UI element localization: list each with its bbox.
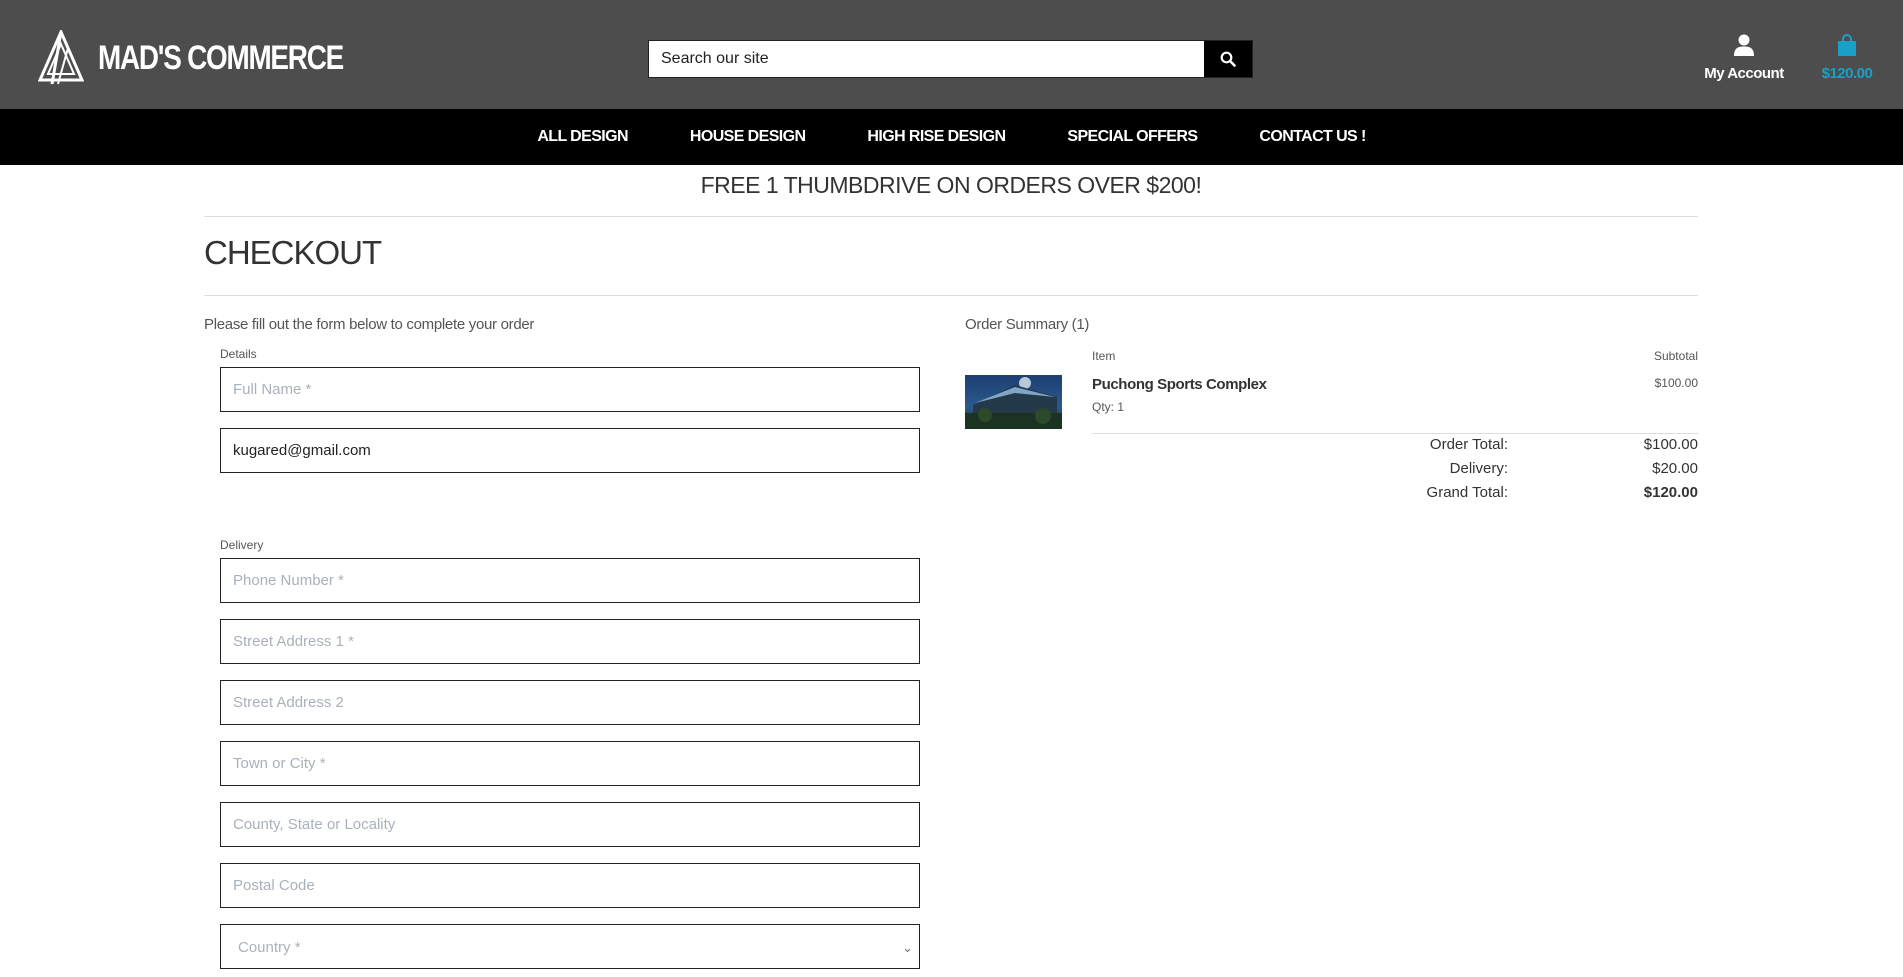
product-image — [965, 375, 1062, 429]
email-field[interactable] — [220, 428, 920, 473]
delivery-cost-label: Delivery: — [1449, 460, 1508, 477]
brand-logo[interactable]: MAD'S COMMERCE — [38, 30, 397, 86]
shopping-bag-icon — [1838, 34, 1856, 56]
search-input[interactable] — [649, 41, 1204, 77]
country-select[interactable]: Country * ⌄ — [220, 924, 920, 969]
order-summary-title: Order Summary (1) — [965, 316, 1090, 333]
nav-high-rise-design[interactable]: HIGH RISE DESIGN — [867, 128, 1006, 146]
item-quantity: Qty: 1 — [1092, 400, 1125, 414]
grand-total-label: Grand Total: — [1426, 484, 1508, 501]
postal-code-field[interactable] — [220, 863, 920, 908]
town-city-field[interactable] — [220, 741, 920, 786]
top-header: MAD'S COMMERCE My Account $120.00 — [0, 0, 1903, 109]
nav-house-design[interactable]: HOUSE DESIGN — [690, 128, 806, 146]
form-intro: Please fill out the form below to comple… — [204, 316, 535, 333]
details-label: Details — [220, 347, 257, 361]
street-address-1-field[interactable] — [220, 619, 920, 664]
phone-number-field[interactable] — [220, 558, 920, 603]
delivery-label: Delivery — [220, 538, 264, 552]
delivery-cost-value: $20.00 — [1652, 460, 1698, 477]
order-total-row: Order Total: $100.00 — [965, 436, 1698, 460]
nav-all-design[interactable]: ALL DESIGN — [537, 128, 628, 146]
order-total-label: Order Total: — [1429, 436, 1508, 453]
item-name[interactable]: Puchong Sports Complex — [1092, 376, 1267, 393]
my-account-label: My Account — [1704, 65, 1784, 82]
item-column-header: Item — [1092, 349, 1116, 363]
delivery-row: Delivery: $20.00 — [965, 460, 1698, 484]
order-summary: Order Summary (1) Item Subtotal Puchong … — [965, 296, 1698, 501]
brand-name: MAD'S COMMERCE — [98, 38, 344, 77]
search-bar — [648, 40, 1253, 78]
main-nav: ALL DESIGN HOUSE DESIGN HIGH RISE DESIGN… — [0, 109, 1903, 165]
my-account-link[interactable]: My Account — [1700, 34, 1788, 82]
page-title: CHECKOUT — [204, 217, 1698, 296]
search-icon — [1220, 51, 1236, 67]
nav-special-offers[interactable]: SPECIAL OFFERS — [1067, 128, 1198, 146]
grand-total-value: $120.00 — [1643, 484, 1698, 501]
chevron-down-icon: ⌄ — [902, 940, 913, 955]
checkout-form: Please fill out the form below to comple… — [204, 296, 924, 969]
summary-divider — [1092, 433, 1698, 434]
brand-logo-icon — [38, 30, 84, 85]
nav-contact-us[interactable]: CONTACT US ! — [1259, 128, 1366, 146]
summary-header-row: Item Subtotal — [965, 349, 1698, 367]
country-select-value: Country * — [238, 939, 301, 956]
grand-total-row: Grand Total: $120.00 — [965, 484, 1698, 508]
user-icon — [1734, 34, 1754, 56]
full-name-field[interactable] — [220, 367, 920, 412]
street-address-2-field[interactable] — [220, 680, 920, 725]
county-state-field[interactable] — [220, 802, 920, 847]
subtotal-column-header: Subtotal — [1653, 349, 1698, 363]
search-button[interactable] — [1204, 41, 1252, 77]
order-total-value: $100.00 — [1643, 436, 1698, 453]
totals-block: Order Total: $100.00 Delivery: $20.00 Gr… — [965, 436, 1698, 508]
promo-banner: FREE 1 THUMBDRIVE ON ORDERS OVER $200! — [204, 165, 1698, 217]
cart-total: $120.00 — [1821, 65, 1873, 82]
product-thumbnail[interactable] — [965, 375, 1062, 429]
item-subtotal: $100.00 — [1654, 376, 1698, 390]
cart-link[interactable]: $120.00 — [1812, 34, 1882, 82]
